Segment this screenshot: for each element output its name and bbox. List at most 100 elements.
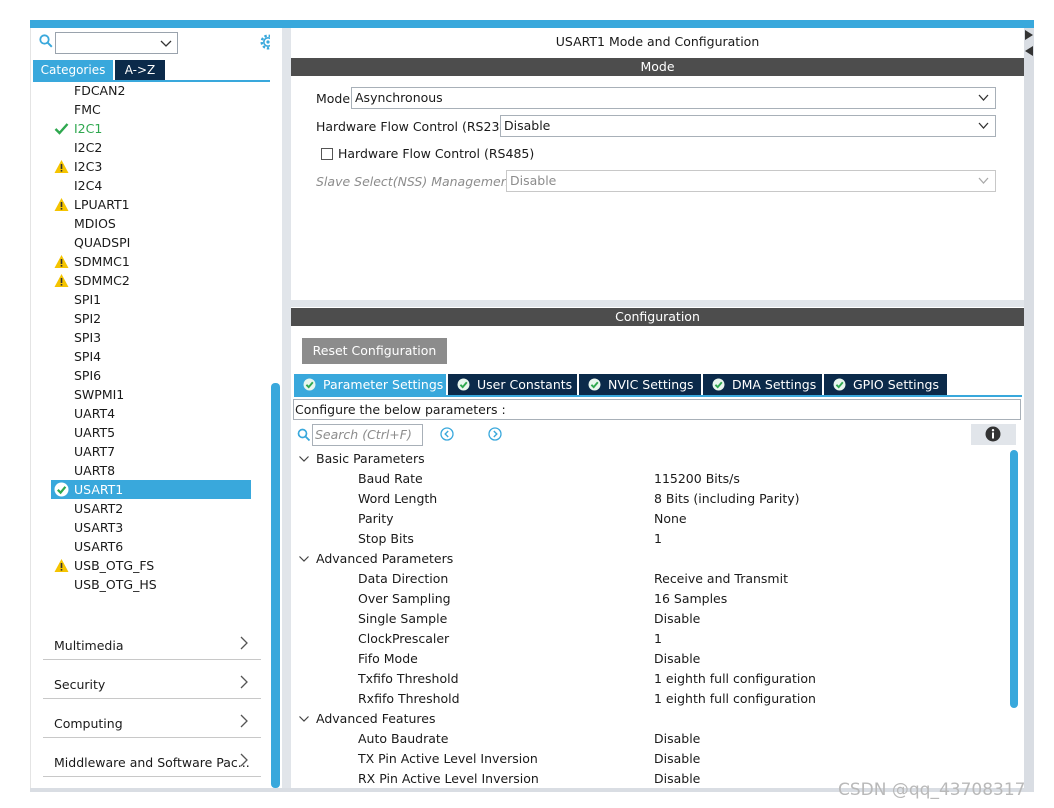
peripheral-item[interactable]: MDIOS: [51, 214, 251, 233]
peripheral-item[interactable]: SPI1: [51, 290, 251, 309]
peripheral-item-label: FMC: [74, 102, 101, 117]
peripheral-item-label: I2C2: [74, 140, 103, 155]
peripheral-item[interactable]: FMC: [51, 100, 251, 119]
parameter-scrollbar-thumb[interactable]: [1010, 450, 1018, 708]
parameter-name[interactable]: Data Direction: [358, 569, 448, 589]
parameter-name[interactable]: RX Pin Active Level Inversion: [358, 769, 539, 789]
peripheral-item[interactable]: LPUART1: [51, 195, 251, 214]
category-row[interactable]: Middleware and Software Pac...: [43, 743, 261, 777]
parameter-group-header[interactable]: Advanced Features: [316, 709, 435, 729]
component-search-combo[interactable]: [55, 32, 178, 54]
parameter-name[interactable]: Txfifo Threshold: [358, 669, 459, 689]
parameter-name[interactable]: ClockPrescaler: [358, 629, 449, 649]
peripheral-item[interactable]: USART2: [51, 499, 251, 518]
category-row[interactable]: Security: [43, 665, 261, 699]
parameter-value[interactable]: 1: [654, 629, 662, 649]
hw-flow-rs232-select[interactable]: Disable: [500, 115, 996, 137]
parameter-name[interactable]: TX Pin Active Level Inversion: [358, 749, 538, 769]
peripheral-item[interactable]: FDCAN2: [51, 81, 251, 100]
mode-config-splitter[interactable]: [291, 300, 1024, 307]
peripheral-item-label: USART2: [74, 501, 124, 516]
tab-config-label: Parameter Settings: [323, 377, 444, 392]
peripheral-item[interactable]: UART4: [51, 404, 251, 423]
parameter-value[interactable]: 1 eighth full configuration: [654, 669, 816, 689]
previous-match-icon[interactable]: [440, 427, 454, 441]
peripheral-item[interactable]: USART6: [51, 537, 251, 556]
expand-arrow-icon[interactable]: [1025, 46, 1033, 56]
category-label: Computing: [54, 716, 123, 731]
panel-splitter[interactable]: [282, 28, 291, 788]
next-match-icon[interactable]: [488, 427, 502, 441]
peripheral-item[interactable]: UART5: [51, 423, 251, 442]
peripheral-item-label: SDMMC1: [74, 254, 130, 269]
peripheral-item[interactable]: SPI4: [51, 347, 251, 366]
tab-config[interactable]: DMA Settings: [703, 374, 822, 395]
parameter-name[interactable]: Baud Rate: [358, 469, 423, 489]
tab-config-label: User Constants: [477, 377, 573, 392]
peripheral-item-label: MDIOS: [74, 216, 116, 231]
parameter-value[interactable]: 8 Bits (including Parity): [654, 489, 800, 509]
parameter-name[interactable]: Over Sampling: [358, 589, 451, 609]
peripheral-item[interactable]: SPI2: [51, 309, 251, 328]
peripheral-item[interactable]: USB_OTG_FS: [51, 556, 251, 575]
peripheral-item[interactable]: I2C2: [51, 138, 251, 157]
peripheral-item[interactable]: I2C1: [51, 119, 251, 138]
parameter-value[interactable]: Disable: [654, 749, 700, 769]
peripheral-item[interactable]: USART1: [51, 480, 251, 499]
parameter-search-input[interactable]: Search (Ctrl+F): [312, 424, 423, 446]
tab-config[interactable]: GPIO Settings: [824, 374, 947, 395]
parameter-name[interactable]: Rxfifo Threshold: [358, 689, 460, 709]
parameter-name[interactable]: Word Length: [358, 489, 437, 509]
left-scrollbar-thumb[interactable]: [271, 383, 280, 788]
parameter-name[interactable]: Single Sample: [358, 609, 447, 629]
chevron-down-icon[interactable]: [298, 713, 310, 725]
peripheral-item[interactable]: I2C4: [51, 176, 251, 195]
collapse-arrow-icon[interactable]: [1025, 30, 1033, 40]
peripheral-item[interactable]: SWPMI1: [51, 385, 251, 404]
chevron-down-icon[interactable]: [298, 553, 310, 565]
parameter-group-header[interactable]: Basic Parameters: [316, 449, 425, 469]
category-row[interactable]: Multimedia: [43, 626, 261, 660]
config-tab-underline: [294, 395, 1022, 397]
parameter-value[interactable]: None: [654, 509, 687, 529]
peripheral-item[interactable]: QUADSPI: [51, 233, 251, 252]
peripheral-item-label: UART7: [74, 444, 116, 459]
parameter-value[interactable]: 1: [654, 529, 662, 549]
category-row[interactable]: Computing: [43, 704, 261, 738]
peripheral-item[interactable]: SPI6: [51, 366, 251, 385]
parameter-name[interactable]: Auto Baudrate: [358, 729, 448, 749]
tab-a-to-z[interactable]: A->Z: [115, 60, 165, 80]
chevron-down-icon[interactable]: [298, 453, 310, 465]
peripheral-item[interactable]: I2C3: [51, 157, 251, 176]
parameter-value[interactable]: Disable: [654, 729, 700, 749]
parameter-value[interactable]: Receive and Transmit: [654, 569, 788, 589]
peripheral-item[interactable]: USB_OTG_HS: [51, 575, 251, 594]
parameter-value[interactable]: Disable: [654, 609, 700, 629]
mode-select[interactable]: Asynchronous: [351, 87, 996, 109]
parameter-value[interactable]: Disable: [654, 769, 700, 789]
peripheral-item[interactable]: UART7: [51, 442, 251, 461]
peripheral-item[interactable]: UART8: [51, 461, 251, 480]
parameter-name[interactable]: Fifo Mode: [358, 649, 418, 669]
parameter-value[interactable]: 16 Samples: [654, 589, 727, 609]
hw-flow-rs485-label: Hardware Flow Control (RS485): [338, 146, 535, 161]
tab-config[interactable]: Parameter Settings: [294, 374, 446, 395]
parameter-name[interactable]: Parity: [358, 509, 394, 529]
hw-flow-rs485-checkbox[interactable]: [321, 148, 333, 160]
parameter-name[interactable]: Stop Bits: [358, 529, 414, 549]
tab-categories[interactable]: Categories: [33, 60, 113, 80]
reset-configuration-button[interactable]: Reset Configuration: [302, 338, 447, 364]
parameter-value[interactable]: 1 eighth full configuration: [654, 689, 816, 709]
peripheral-item[interactable]: SPI3: [51, 328, 251, 347]
parameter-value[interactable]: Disable: [654, 649, 700, 669]
parameter-group-header[interactable]: Advanced Parameters: [316, 549, 453, 569]
tab-config[interactable]: User Constants: [448, 374, 577, 395]
info-button[interactable]: [971, 424, 1016, 445]
peripheral-item[interactable]: SDMMC1: [51, 252, 251, 271]
peripheral-item-label: I2C3: [74, 159, 103, 174]
parameter-value[interactable]: 115200 Bits/s: [654, 469, 740, 489]
tab-config[interactable]: NVIC Settings: [579, 374, 701, 395]
peripheral-item[interactable]: SDMMC2: [51, 271, 251, 290]
chevron-right-icon: [240, 753, 248, 767]
peripheral-item[interactable]: USART3: [51, 518, 251, 537]
